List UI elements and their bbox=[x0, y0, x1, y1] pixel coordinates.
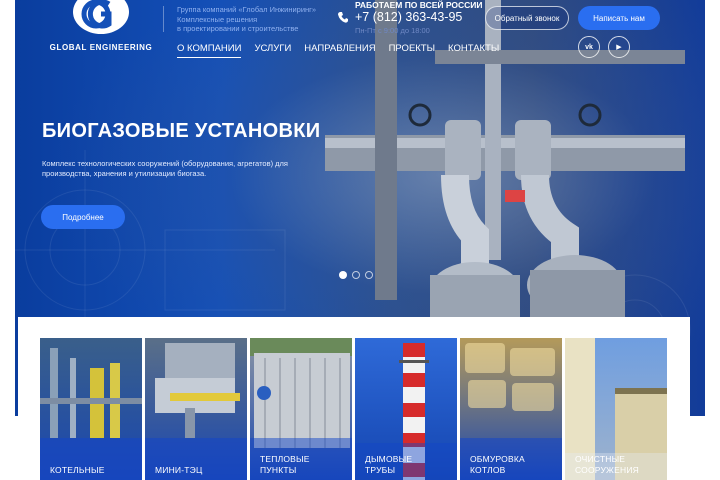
hero-headline: БИОГАЗОВЫЕ УСТАНОВКИ bbox=[42, 120, 321, 142]
card-label-line: ДЫМОВЫЕ bbox=[365, 454, 413, 464]
card-label-line: МИНИ-ТЭЦ bbox=[155, 465, 203, 475]
contact-title: РАБОТАЕМ ПО ВСЕЙ РОССИИ bbox=[355, 0, 483, 10]
header-divider bbox=[163, 6, 164, 32]
card-image bbox=[145, 338, 247, 480]
nav-item-directions[interactable]: НАПРАВЛЕНИЯ bbox=[304, 43, 375, 58]
card-boiler-lining[interactable]: ОБМУРОВКА КОТЛОВ bbox=[460, 338, 562, 480]
card-label: КОТЕЛЬНЫЕ bbox=[50, 465, 105, 476]
card-heat-points[interactable]: ТЕПЛОВЫЕ ПУНКТЫ bbox=[250, 338, 352, 480]
logo-text: GLOBAL ENGINEERING bbox=[49, 43, 153, 52]
card-label-line: СООРУЖЕНИЯ bbox=[575, 465, 639, 475]
card-label-line: КОТЕЛЬНЫЕ bbox=[50, 465, 105, 475]
slider-dot[interactable] bbox=[352, 271, 360, 279]
logo[interactable]: GLOBAL ENGINEERING bbox=[49, 0, 153, 56]
nav-item-contacts[interactable]: КОНТАКТЫ bbox=[448, 43, 499, 58]
write-us-button[interactable]: Написать нам bbox=[578, 6, 660, 30]
phone-number[interactable]: +7 (812) 363-43-95 bbox=[355, 10, 462, 24]
card-label-line: КОТЛОВ bbox=[470, 465, 506, 475]
callback-button[interactable]: Обратный звонок bbox=[485, 6, 569, 30]
card-image bbox=[40, 338, 142, 480]
card-chimneys[interactable]: ДЫМОВЫЕ ТРУБЫ bbox=[355, 338, 457, 480]
tagline-line: Группа компаний «Глобал Инжиниринг» bbox=[177, 5, 317, 14]
nav-item-about[interactable]: О КОМПАНИИ bbox=[177, 43, 242, 58]
working-hours: Пн-Пт с 9:00 до 18:00 bbox=[355, 26, 430, 35]
card-label-line: ОБМУРОВКА bbox=[470, 454, 525, 464]
card-boiler-houses[interactable]: КОТЕЛЬНЫЕ bbox=[40, 338, 142, 480]
youtube-icon[interactable]: ▶ bbox=[608, 36, 630, 58]
main-nav: О КОМПАНИИ УСЛУГИ НАПРАВЛЕНИЯ ПРОЕКТЫ КО… bbox=[177, 43, 512, 58]
card-label: МИНИ-ТЭЦ bbox=[155, 465, 202, 476]
slider-dot[interactable] bbox=[339, 271, 347, 279]
nav-item-projects[interactable]: ПРОЕКТЫ bbox=[389, 43, 435, 58]
slider-dot[interactable] bbox=[365, 271, 373, 279]
company-tagline: Группа компаний «Глобал Инжиниринг» Комп… bbox=[177, 5, 327, 34]
slider-dots bbox=[339, 271, 373, 279]
vk-icon[interactable]: vk bbox=[578, 36, 600, 58]
card-label-line: ПУНКТЫ bbox=[260, 465, 297, 475]
card-label-line: ТРУБЫ bbox=[365, 465, 396, 475]
more-button[interactable]: Подробнее bbox=[41, 205, 125, 229]
card-label: ТЕПЛОВЫЕ ПУНКТЫ bbox=[260, 454, 310, 476]
phone-icon bbox=[338, 12, 348, 23]
tagline-line: Комплексные решения bbox=[177, 14, 258, 24]
card-label: ОЧИСТНЫЕ СООРУЖЕНИЯ bbox=[575, 454, 639, 476]
hero-description: Комплекс технологических сооружений (обо… bbox=[42, 159, 288, 178]
card-label-line: ТЕПЛОВЫЕ bbox=[260, 454, 310, 464]
card-label: ОБМУРОВКА КОТЛОВ bbox=[470, 454, 525, 476]
card-mini-chp[interactable]: МИНИ-ТЭЦ bbox=[145, 338, 247, 480]
tagline-line: в проектировании и строительстве bbox=[177, 24, 299, 33]
nav-item-services[interactable]: УСЛУГИ bbox=[254, 43, 291, 58]
card-treatment-facilities[interactable]: ОЧИСТНЫЕ СООРУЖЕНИЯ bbox=[565, 338, 667, 480]
card-label-line: ОЧИСТНЫЕ bbox=[575, 454, 626, 464]
card-label: ДЫМОВЫЕ ТРУБЫ bbox=[365, 454, 412, 476]
logo-mark-icon bbox=[73, 0, 129, 34]
